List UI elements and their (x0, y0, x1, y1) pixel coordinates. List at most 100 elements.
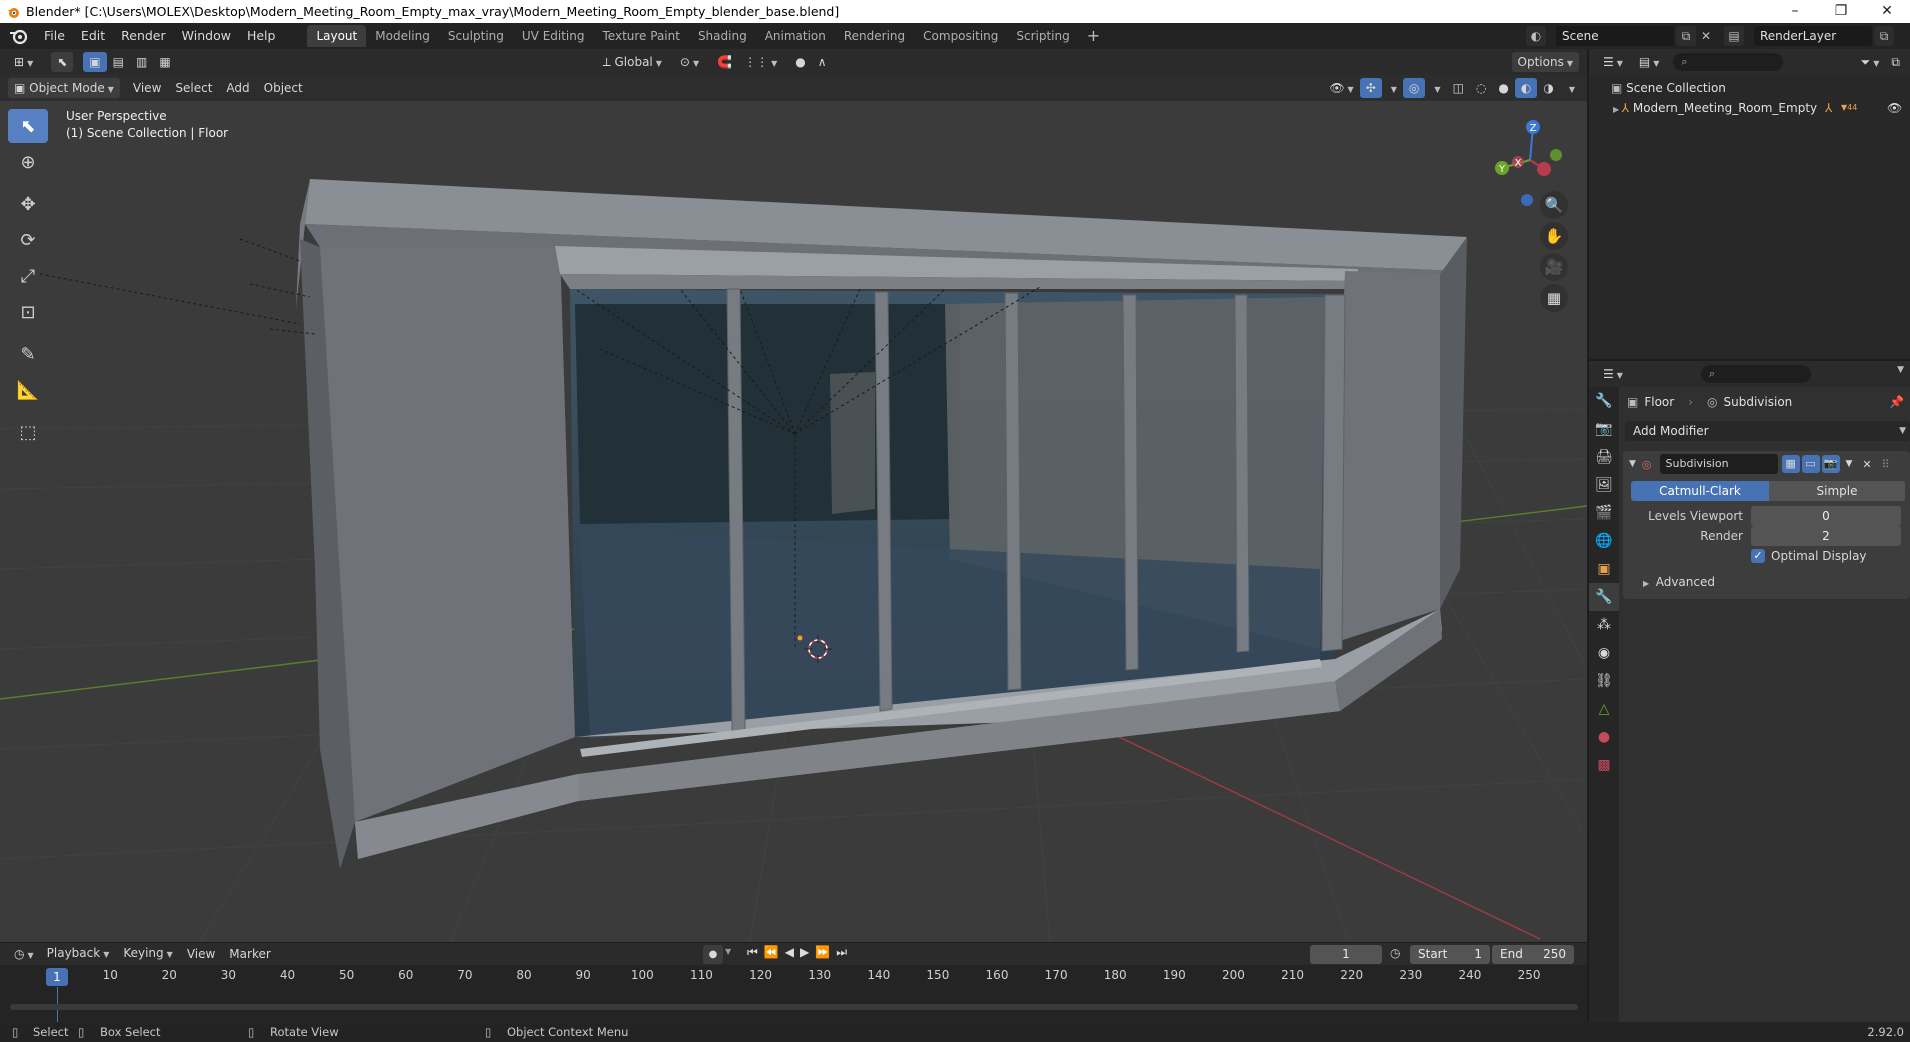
optimal-display-checkbox[interactable]: ✓ (1751, 549, 1765, 563)
add-workspace-button[interactable]: + (1079, 25, 1108, 47)
preview-range-icon[interactable]: ◷ (1390, 946, 1400, 960)
add-modifier-dropdown[interactable]: Add Modifier ▼ (1625, 421, 1910, 441)
tree-row-scene-collection[interactable]: ▣ Scene Collection (1589, 78, 1910, 98)
view-layer-browse-icon[interactable]: ▤ (1724, 26, 1744, 46)
props-editor-type-icon[interactable]: ☰ ▼ (1597, 364, 1629, 384)
move-tool-icon[interactable]: ✥ (8, 187, 48, 221)
new-scene-icon[interactable]: ⧉ (1676, 26, 1696, 46)
select-mode-new-icon[interactable]: ▣ (83, 52, 107, 72)
world-tab-icon[interactable]: 🌐 (1589, 527, 1619, 555)
tab-compositing[interactable]: Compositing (914, 25, 1007, 47)
annotate-tool-icon[interactable]: ✎ (8, 337, 48, 371)
current-frame-marker[interactable]: 1 (46, 968, 68, 986)
menu-window[interactable]: Window (174, 25, 239, 47)
output-tab-icon[interactable]: 🖨 (1589, 443, 1619, 471)
mode-dropdown[interactable]: ▣ Object Mode ▼ (8, 78, 120, 98)
gizmo-toggle-icon[interactable]: ✣ (1359, 78, 1382, 98)
rendered-shading-icon[interactable]: ◑ (1537, 78, 1559, 98)
menu-help[interactable]: Help (239, 25, 284, 47)
new-view-layer-icon[interactable]: ⧉ (1874, 26, 1894, 46)
optimal-display-row[interactable]: ✓ Optimal Display (1751, 549, 1867, 563)
modifier-menu-icon[interactable]: ▼ (1846, 459, 1853, 469)
viewport-toggle-icon[interactable]: ▭ (1801, 455, 1820, 473)
props-options-icon[interactable]: ▼ (1897, 365, 1904, 375)
collapse-arrow-icon[interactable]: ▼ (1629, 459, 1636, 469)
timeline-menu-playback[interactable]: Playback ▼ (40, 943, 117, 965)
view-layer-tab-icon[interactable]: 🖼 (1589, 471, 1619, 499)
render-toggle-icon[interactable]: 📷 (1821, 455, 1840, 473)
advanced-subpanel[interactable]: ▶ Advanced (1643, 575, 1715, 589)
scene-browse-icon[interactable]: ◐ (1526, 26, 1546, 46)
render-levels-field[interactable]: 2 (1751, 526, 1901, 546)
select-tool-icon[interactable]: ⬉ (51, 52, 74, 72)
simple-button[interactable]: Simple (1769, 481, 1905, 501)
measure-tool-icon[interactable]: 📐 (8, 373, 48, 407)
tab-sculpting[interactable]: Sculpting (439, 25, 513, 47)
camera-view-icon[interactable]: 🎥 (1540, 253, 1568, 281)
menu-edit[interactable]: Edit (73, 25, 113, 47)
play-icon[interactable]: ▶ (800, 945, 815, 959)
options-dropdown[interactable]: Options ▼ (1511, 52, 1579, 72)
tab-layout[interactable]: Layout (307, 25, 367, 47)
select-box-tool-icon[interactable]: ⬉ (8, 109, 48, 143)
tab-scripting[interactable]: Scripting (1007, 25, 1078, 47)
play-reverse-icon[interactable]: ◀ (785, 945, 800, 959)
physics-tab-icon[interactable]: ◉ (1589, 639, 1619, 667)
viewport-menu-view[interactable]: View (126, 78, 168, 98)
zoom-view-icon[interactable]: 🔍 (1540, 191, 1568, 219)
data-tab-icon[interactable]: △ (1589, 695, 1619, 723)
tab-uv-editing[interactable]: UV Editing (513, 25, 594, 47)
overlay-toggle-icon[interactable]: ◎ (1402, 78, 1426, 98)
filter-icon[interactable]: ⏷ ▼ (1855, 52, 1886, 72)
jump-end-icon[interactable]: ⏭ (836, 945, 853, 959)
transform-tool-icon[interactable]: ⊡ (8, 295, 48, 329)
3d-viewport[interactable]: ⊞ ▼ ⬉ ▣ ▤ ▥ ▦ ⟂ Global ▼ ⊙ ▼ 🧲 ⋮⋮ ▼ ● ∧ Opti… (0, 49, 1587, 942)
overlay-dropdown-icon[interactable]: ▼ (1425, 78, 1446, 98)
tab-modeling[interactable]: Modeling (366, 25, 439, 47)
start-frame-field[interactable]: Start 1 (1410, 945, 1490, 964)
blender-menu-icon[interactable] (8, 27, 30, 45)
remove-modifier-icon[interactable]: ✕ (1862, 458, 1871, 471)
tab-shading[interactable]: Shading (689, 25, 756, 47)
select-mode-subtract-icon[interactable]: ▥ (129, 52, 154, 72)
tab-rendering[interactable]: Rendering (835, 25, 914, 47)
rotate-tool-icon[interactable]: ⟳ (8, 223, 48, 257)
transform-orientation-dropdown[interactable]: ⟂ Global ▼ (596, 52, 668, 72)
tree-row-item[interactable]: ▶ ⅄ Modern_Meeting_Room_Empty ⅄ ▼44 👁 (1589, 98, 1910, 118)
falloff-icon[interactable]: ∧ (811, 52, 833, 72)
proportional-edit-icon[interactable]: ● (789, 52, 812, 72)
xray-icon[interactable]: ◫ (1447, 78, 1470, 98)
scene-tab-icon[interactable]: 🎬 (1589, 499, 1619, 527)
timeline-menu-view[interactable]: View (180, 944, 222, 964)
pivot-point-icon[interactable]: ⊙ ▼ (673, 52, 706, 72)
drag-handle-icon[interactable]: ⠿ (1882, 458, 1890, 471)
render-tab-icon[interactable]: 📷 (1589, 415, 1619, 443)
minimize-button[interactable]: – (1772, 0, 1818, 23)
next-keyframe-icon[interactable]: ⏩ (815, 945, 836, 959)
editor-type-icon[interactable]: ⊞ ▼ (8, 52, 40, 72)
timeline-menu-marker[interactable]: Marker (222, 944, 277, 964)
constraints-tab-icon[interactable]: ⛓ (1589, 667, 1619, 695)
pin-icon[interactable]: 📌 (1889, 395, 1904, 409)
menu-file[interactable]: File (36, 25, 73, 47)
select-mode-extend-icon[interactable]: ▤ (106, 52, 130, 72)
remove-scene-icon[interactable]: ✕ (1696, 26, 1716, 46)
outliner-search-input[interactable]: ⌕ (1673, 53, 1784, 71)
material-tab-icon[interactable]: ● (1589, 723, 1619, 751)
edit-mode-toggle-icon[interactable]: ▦ (1781, 455, 1800, 473)
scale-tool-icon[interactable]: ⤢ (8, 259, 48, 293)
prev-keyframe-icon[interactable]: ⏪ (764, 945, 785, 959)
gizmo-dropdown-icon[interactable]: ▼ (1382, 78, 1403, 98)
end-frame-field[interactable]: End 250 (1492, 945, 1574, 964)
texture-tab-icon[interactable]: ▩ (1589, 751, 1619, 779)
snap-target-icon[interactable]: ⋮⋮ ▼ (738, 52, 784, 72)
restore-button[interactable]: ❐ (1818, 0, 1864, 23)
close-window-button[interactable]: ✕ (1864, 0, 1910, 23)
modifier-name-field[interactable]: Subdivision (1659, 454, 1778, 474)
visibility-icon[interactable]: 👁 ▼ (1323, 78, 1359, 98)
select-mode-invert-icon[interactable]: ▦ (153, 52, 177, 72)
timeline-menu-keying[interactable]: Keying ▼ (116, 943, 179, 965)
current-frame-field[interactable]: 1 (1310, 945, 1382, 964)
catmull-clark-button[interactable]: Catmull-Clark (1631, 481, 1769, 501)
viewport-menu-add[interactable]: Add (219, 78, 256, 98)
